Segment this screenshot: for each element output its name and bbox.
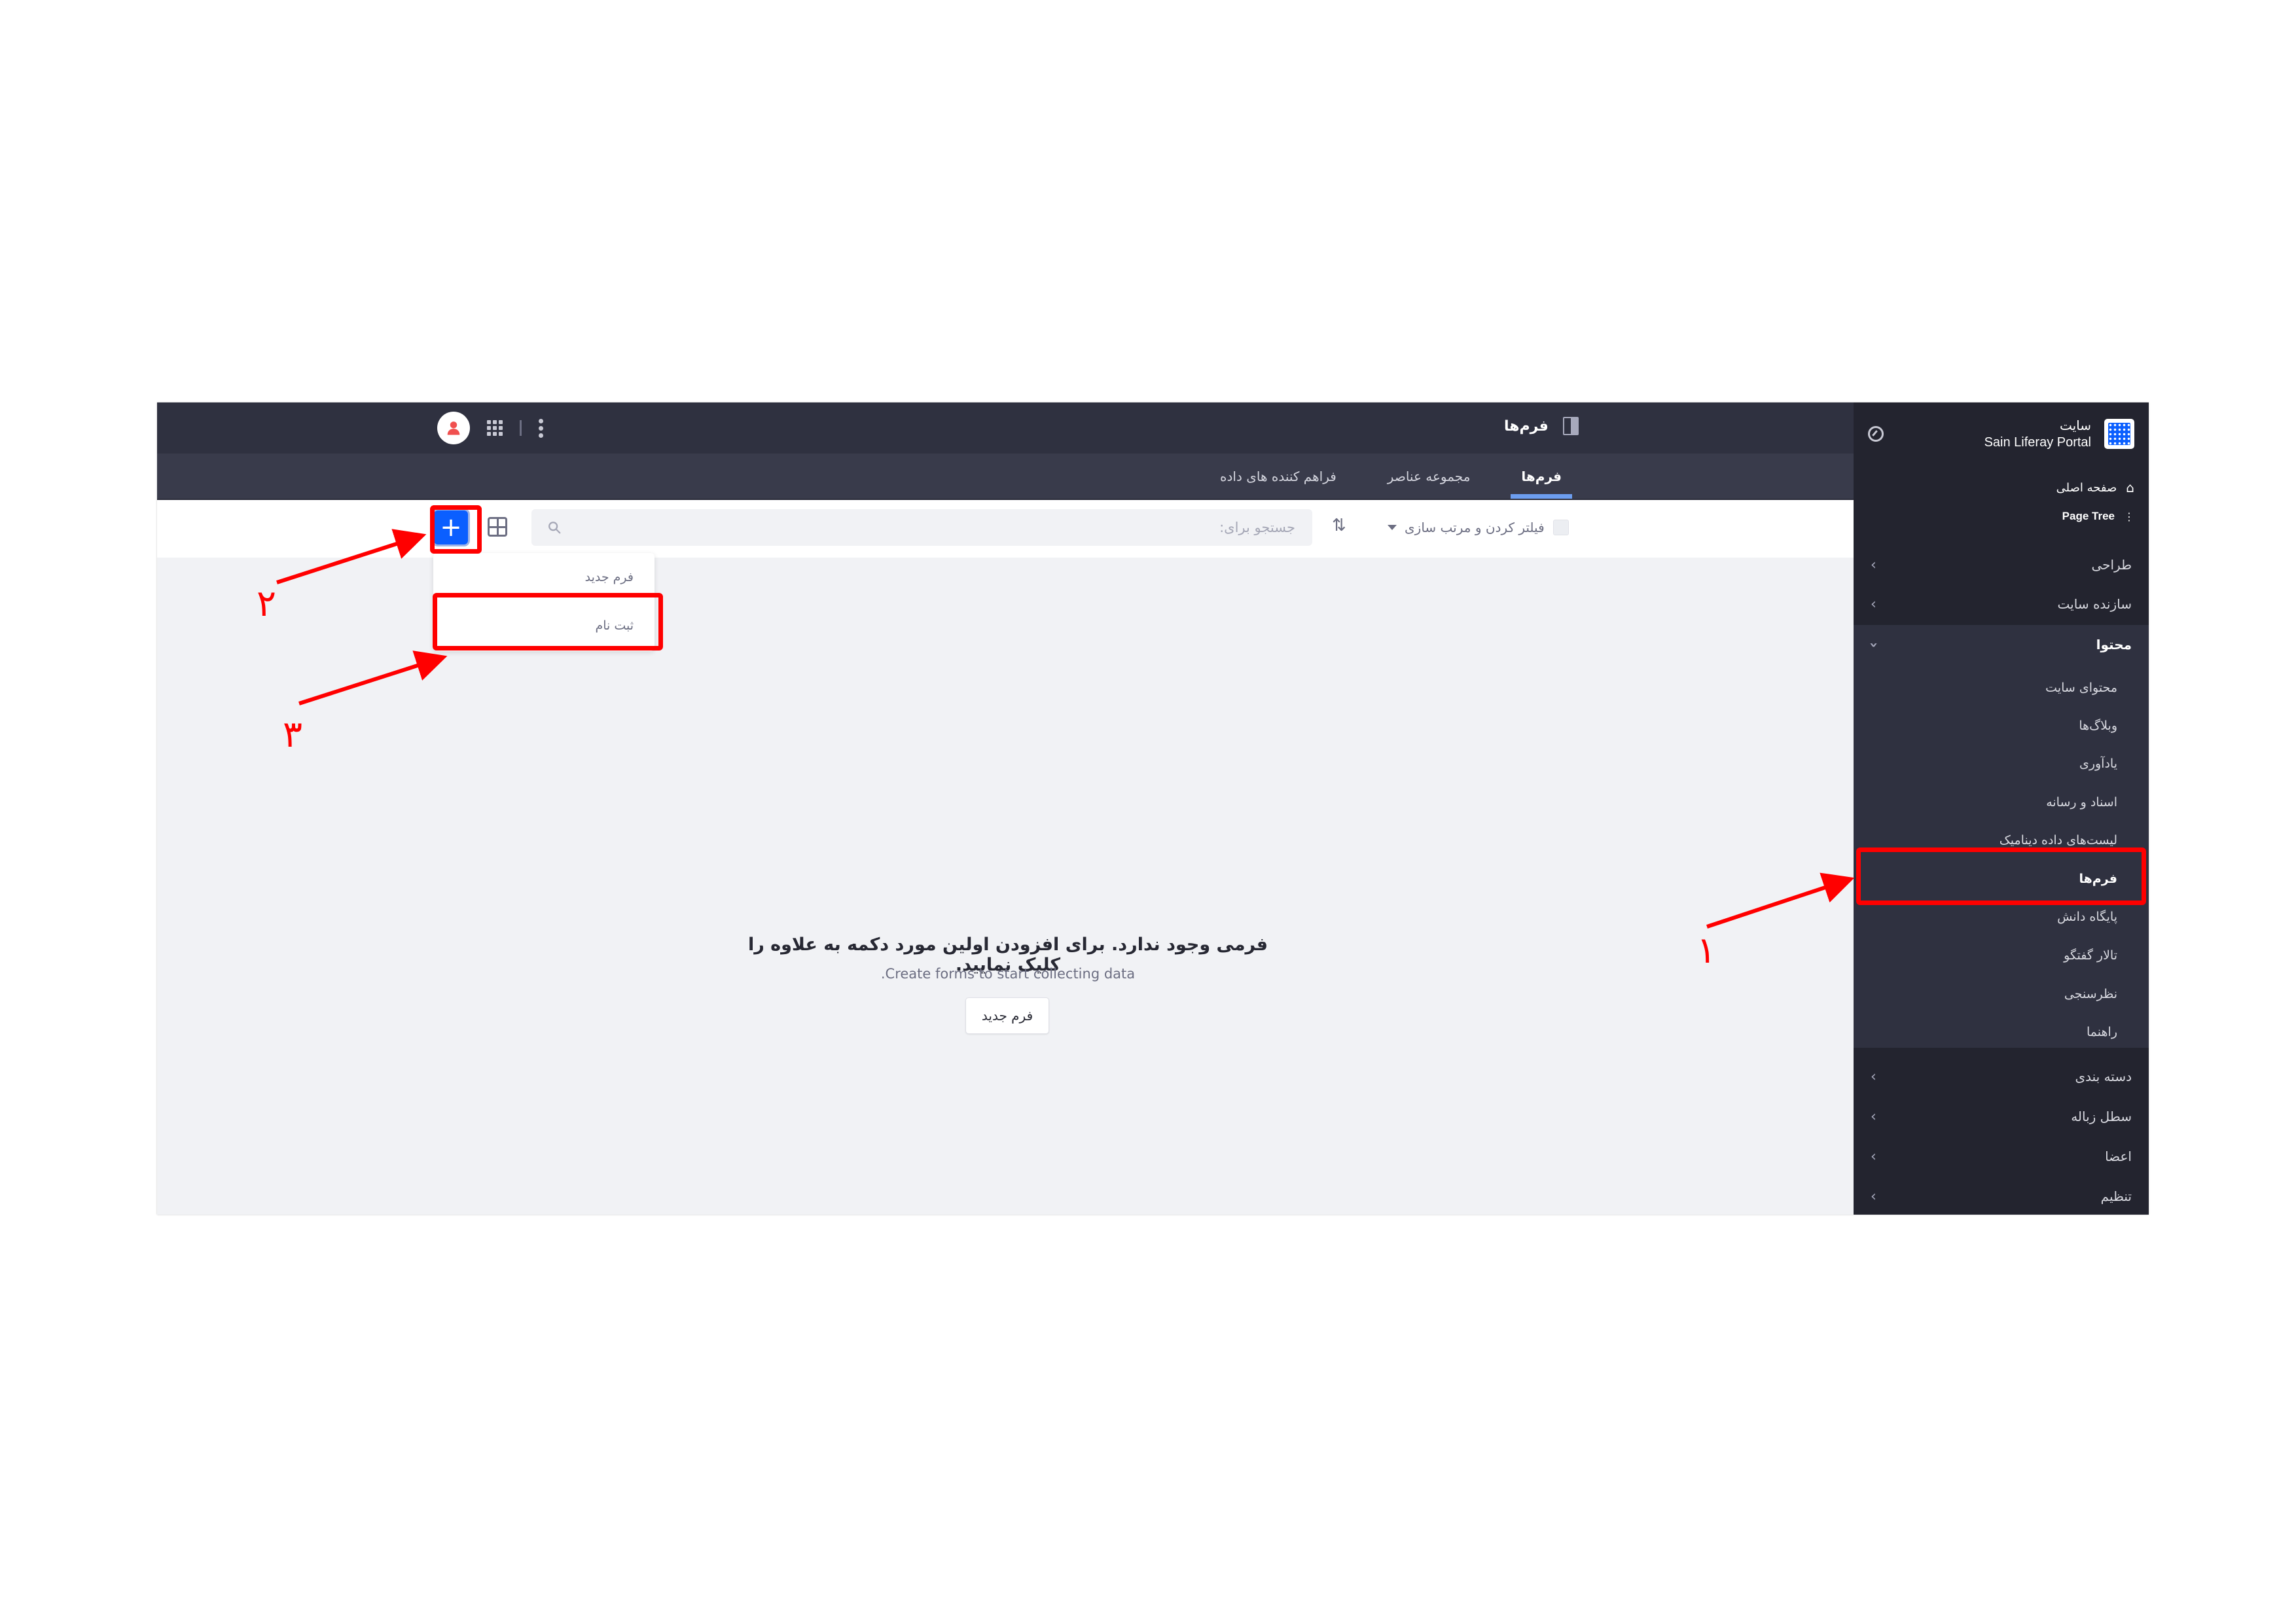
sidebar-item-message-boards[interactable]: تالار گفتگو bbox=[2064, 948, 2117, 963]
sidebar-section-design[interactable]: طراحی › bbox=[1854, 545, 2149, 584]
site-label: سایت bbox=[2059, 418, 2091, 433]
app-window: فرم‌ها فرم‌ها مجموعه عناصر فراهم کننده ه… bbox=[157, 402, 2149, 1215]
main-area: فرم‌ها فرم‌ها مجموعه عناصر فراهم کننده ه… bbox=[157, 402, 1854, 1215]
search-bar bbox=[531, 509, 1312, 546]
annotation-number-3: ۳ bbox=[283, 713, 303, 756]
new-form-button-label: فرم جدید bbox=[981, 1008, 1033, 1024]
section-label: سطل زباله bbox=[2071, 1109, 2132, 1124]
tab-label: فرم‌ها bbox=[1521, 468, 1562, 484]
section-label: اعضا bbox=[2105, 1149, 2132, 1164]
sidebar-item-wiki[interactable]: راهنما bbox=[2087, 1025, 2117, 1039]
sidebar-item-forms[interactable]: فرم‌ها bbox=[2079, 872, 2118, 886]
compass-icon[interactable] bbox=[1868, 426, 1884, 442]
tab-label: فراهم کننده های داده bbox=[1220, 468, 1336, 484]
chevron-right-icon: › bbox=[1871, 1068, 1876, 1085]
sidebar-section-recycle-bin[interactable]: سطل زباله › bbox=[1854, 1097, 2149, 1136]
sidebar-item-polls[interactable]: نظرسنجی bbox=[2064, 987, 2117, 1001]
sidebar-link-home[interactable]: ⌂ صفحه اصلی bbox=[2056, 480, 2134, 495]
search-input[interactable] bbox=[562, 519, 1297, 536]
site-logo-icon bbox=[2104, 419, 2134, 449]
caret-down-icon bbox=[1388, 525, 1397, 530]
tab-data-providers[interactable]: فراهم کننده های داده bbox=[1210, 454, 1347, 499]
sidebar-section-members[interactable]: اعضا › bbox=[1854, 1137, 2149, 1176]
chevron-right-icon: › bbox=[1871, 596, 1876, 613]
menu-item-new-form[interactable]: فرم جدید bbox=[433, 553, 655, 601]
menu-item-label: ثبت نام bbox=[595, 618, 634, 633]
sidebar-section-configuration[interactable]: تنظیم › bbox=[1854, 1177, 2149, 1215]
search-icon[interactable] bbox=[547, 520, 562, 535]
empty-state-subtitle: .Create forms to start collecting data bbox=[880, 966, 1136, 982]
sidebar-item-knowledge-base[interactable]: پایگاه دانش bbox=[2057, 910, 2117, 924]
select-all-checkbox[interactable] bbox=[1553, 520, 1569, 535]
new-form-button[interactable]: فرم جدید bbox=[965, 997, 1049, 1034]
chevron-right-icon: › bbox=[1871, 1148, 1876, 1165]
content-area: فرمی وجود ندارد. برای افزودن اولین مورد … bbox=[157, 558, 1854, 1215]
chevron-right-icon: › bbox=[1871, 1188, 1876, 1205]
header-divider bbox=[520, 420, 522, 436]
annotation-number-1: ۱ bbox=[1696, 929, 1717, 972]
sidebar-item-dynamic-data-lists[interactable]: لیست‌های داده دینامیک bbox=[2000, 833, 2117, 847]
tab-forms[interactable]: فرم‌ها bbox=[1511, 454, 1572, 499]
annotation-number-2: ۲ bbox=[257, 582, 277, 625]
sidebar-section-site-builder[interactable]: سازنده سایت › bbox=[1854, 584, 2149, 624]
site-names: سایت Sain Liferay Portal bbox=[1984, 417, 2091, 451]
site-name: Sain Liferay Portal bbox=[1984, 435, 2091, 450]
add-button[interactable]: + bbox=[434, 510, 468, 544]
site-header: سایت Sain Liferay Portal bbox=[1984, 417, 2134, 451]
sidebar-toggle-icon[interactable] bbox=[1562, 417, 1579, 435]
home-icon: ⌂ bbox=[2126, 480, 2134, 495]
user-avatar-icon[interactable] bbox=[437, 412, 470, 444]
page-title: فرم‌ها bbox=[1504, 418, 1549, 435]
menu-item-label: فرم جدید bbox=[584, 570, 634, 584]
chevron-right-icon: › bbox=[1871, 556, 1876, 573]
sidebar-item-announcements[interactable]: یادآوری bbox=[2079, 757, 2117, 771]
top-header: فرم‌ها bbox=[157, 402, 1854, 454]
add-dropdown-menu: فرم جدید ثبت نام bbox=[433, 553, 655, 651]
tab-list: فرم‌ها مجموعه عناصر فراهم کننده های داده bbox=[1210, 454, 1572, 499]
chevron-down-icon: ‹ bbox=[1865, 641, 1882, 648]
section-label: تنظیم bbox=[2100, 1188, 2132, 1204]
section-label: طراحی bbox=[2091, 557, 2132, 573]
sidebar-link-page-tree[interactable]: ⋮ Page Tree bbox=[2062, 510, 2134, 523]
page-tree-icon: ⋮ bbox=[2124, 510, 2134, 523]
menu-item-registration[interactable]: ثبت نام bbox=[433, 601, 655, 650]
section-label: دسته بندی bbox=[2075, 1069, 2132, 1084]
management-toolbar: فیلتر کردن و مرتب سازی ⇅ + bbox=[157, 500, 1854, 558]
header-actions bbox=[437, 412, 543, 444]
sidebar-link-label: Page Tree bbox=[2062, 510, 2115, 522]
sidebar-item-blogs[interactable]: وبلاگ‌ها bbox=[2079, 719, 2117, 733]
card-view-icon[interactable] bbox=[488, 517, 507, 537]
sidebar-item-site-content[interactable]: محتوای سایت bbox=[2045, 681, 2117, 695]
chevron-right-icon: › bbox=[1871, 1108, 1876, 1125]
sidebar-section-categorization[interactable]: دسته بندی › bbox=[1854, 1057, 2149, 1096]
product-menu-sidebar: سایت Sain Liferay Portal ⌂ صفحه اصلی ⋮ P… bbox=[1854, 402, 2149, 1215]
tabs-bar: فرم‌ها مجموعه عناصر فراهم کننده های داده bbox=[157, 454, 1854, 500]
tab-element-sets[interactable]: مجموعه عناصر bbox=[1377, 454, 1481, 499]
sidebar-link-label: صفحه اصلی bbox=[2056, 480, 2117, 495]
filter-label: فیلتر کردن و مرتب سازی bbox=[1405, 520, 1545, 535]
section-label: محتوا bbox=[2096, 637, 2132, 652]
sidebar-item-documents-media[interactable]: اسناد و رسانه bbox=[2046, 795, 2117, 810]
sidebar-section-content[interactable]: محتوا ‹ bbox=[1854, 625, 2149, 664]
page-title-group: فرم‌ها bbox=[1504, 417, 1579, 435]
sort-icon[interactable]: ⇅ bbox=[1332, 516, 1346, 535]
section-label: سازنده سایت bbox=[2057, 596, 2132, 612]
filter-order-dropdown[interactable]: فیلتر کردن و مرتب سازی bbox=[1388, 513, 1545, 542]
apps-grid-icon[interactable] bbox=[487, 420, 503, 436]
kebab-menu-icon[interactable] bbox=[539, 418, 543, 438]
tab-label: مجموعه عناصر bbox=[1387, 468, 1471, 484]
